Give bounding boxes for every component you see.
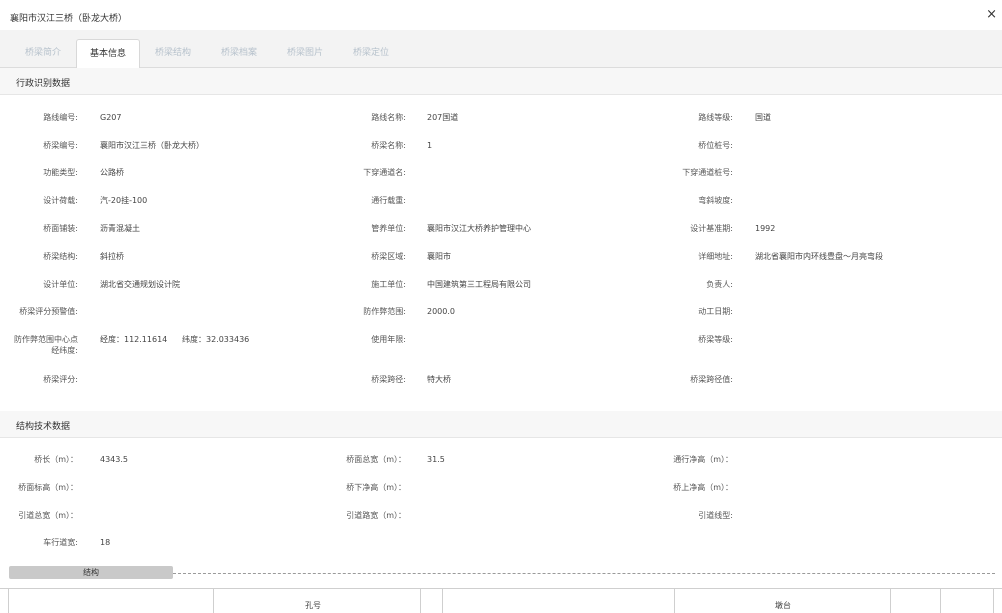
- design-unit-value: 湖北省交通规划设计院: [100, 280, 180, 289]
- title-bar: 襄阳市汉江三桥（卧龙大桥） ×: [0, 0, 1002, 30]
- flood-range-value: 2000.0: [427, 307, 455, 316]
- maintain-unit-value: 襄阳市汉江大桥养护管理中心: [427, 224, 531, 233]
- grid-divider: [674, 589, 675, 613]
- score-label: 桥梁评分:: [43, 375, 78, 384]
- under-clear-label: 桥下净高（m）：: [346, 483, 406, 492]
- tab-bar: 桥梁简介 基本信息 桥梁结构 桥梁档案 桥梁图片 桥梁定位: [0, 30, 1002, 68]
- construction-unit-label: 施工单位:: [371, 280, 406, 289]
- grid-divider: [420, 589, 421, 613]
- bridge-grade-label: 桥梁等级:: [698, 335, 733, 344]
- deck-paving-value: 沥青混凝土: [100, 224, 140, 233]
- design-load-label: 设计荷载:: [43, 196, 78, 205]
- address-label: 详细地址:: [698, 252, 733, 261]
- function-type-value: 公路桥: [100, 168, 124, 177]
- bridge-no-value: 襄阳市汉江三桥（卧龙大桥）: [100, 141, 204, 150]
- warning-label: 桥梁评分预警值:: [19, 307, 78, 316]
- length-value: 4343.5: [100, 455, 128, 464]
- deck-width-value: 31.5: [427, 455, 445, 464]
- maintain-unit-label: 管养单位:: [371, 224, 406, 233]
- admin-section-title: 行政识别数据: [16, 79, 71, 89]
- route-name-value: 207国道: [427, 113, 459, 122]
- design-unit-label: 设计单位:: [43, 280, 78, 289]
- route-name-label: 路线名称:: [371, 113, 406, 122]
- approach-width-label: 引道总宽（m）：: [18, 511, 78, 520]
- function-type-label: 功能类型:: [43, 168, 78, 177]
- design-load-value: 汽-20挂-100: [100, 196, 148, 205]
- window-title: 襄阳市汉江三桥（卧龙大桥）: [10, 14, 128, 24]
- length-label: 桥长（m）：: [34, 455, 78, 464]
- under-pass-stake-label: 下穿通道桩号:: [682, 168, 733, 177]
- traffic-load-label: 通行载重:: [371, 196, 406, 205]
- deck-width-label: 桥面总宽（m）：: [346, 455, 406, 464]
- tab-bridge-archive[interactable]: 桥梁档案: [206, 39, 272, 67]
- over-clear-label: 桥上净高（m）：: [673, 483, 733, 492]
- approach-line-label: 引道线型:: [698, 511, 733, 520]
- bridge-no-label: 桥梁编号:: [43, 141, 78, 150]
- grid-divider: [940, 589, 941, 613]
- design-ref-value: 1992: [755, 224, 776, 233]
- deck-paving-label: 桥面铺装:: [43, 224, 78, 233]
- route-grade-value: 国道: [755, 113, 771, 122]
- grid-divider: [8, 589, 9, 613]
- tab-bridge-location[interactable]: 桥梁定位: [338, 39, 404, 67]
- sub-tab-structure[interactable]: 结构: [9, 566, 173, 579]
- grid-divider: [890, 589, 891, 613]
- tab-bridge-intro[interactable]: 桥梁简介: [10, 39, 76, 67]
- flood-range-label: 防作弊范围:: [363, 307, 406, 316]
- span-value-label: 桥梁跨径值:: [690, 375, 733, 384]
- grid-divider: [993, 589, 994, 613]
- deck-elev-label: 桥面标高（m）：: [18, 483, 78, 492]
- skew-label: 弯斜坡度:: [698, 196, 733, 205]
- grid-header-pier: 墩台: [775, 601, 791, 610]
- longitude-value: 经度：112.11614: [100, 335, 168, 344]
- span-value: 特大桥: [427, 375, 451, 384]
- span-label: 桥梁跨径:: [371, 375, 406, 384]
- bridge-name-label: 桥梁名称:: [371, 141, 406, 150]
- divider: [173, 573, 995, 574]
- grid-divider: [213, 589, 214, 613]
- grid-header-span-no: 孔号: [305, 601, 321, 610]
- tech-section-title: 结构技术数据: [16, 422, 71, 432]
- structure-grid: 孔号 墩台: [0, 588, 1002, 613]
- design-ref-label: 设计基准期:: [690, 224, 733, 233]
- under-pass-name-label: 下穿通道名:: [363, 168, 406, 177]
- route-no-value: G207: [100, 113, 122, 122]
- close-icon[interactable]: ×: [986, 8, 997, 21]
- clear-height-label: 通行净高（m）：: [673, 455, 733, 464]
- lane-width-label: 车行道宽:: [43, 538, 78, 547]
- start-date-label: 动工日期:: [698, 307, 733, 316]
- structure-value: 斜拉桥: [100, 252, 124, 261]
- construction-unit-value: 中国建筑第三工程局有限公司: [427, 280, 531, 289]
- center-label: 防作弊范围中心点经纬度:: [14, 335, 78, 355]
- region-label: 桥梁区域:: [371, 252, 406, 261]
- structure-label: 桥梁结构:: [43, 252, 78, 261]
- tab-basic-info[interactable]: 基本信息: [76, 39, 140, 68]
- latitude-value: 纬度：32.033436: [182, 335, 250, 344]
- address-value: 湖北省襄阳市内环线豊盘～月亮弯段: [755, 252, 883, 261]
- admin-section-header: 行政识别数据: [0, 68, 1002, 95]
- tab-bridge-structure[interactable]: 桥梁结构: [140, 39, 206, 67]
- tab-bridge-images[interactable]: 桥梁图片: [272, 39, 338, 67]
- route-grade-label: 路线等级:: [698, 113, 733, 122]
- tech-section-header: 结构技术数据: [0, 411, 1002, 438]
- approach-road-label: 引道路宽（m）：: [346, 511, 406, 520]
- stake-label: 桥位桩号:: [698, 141, 733, 150]
- leader-label: 负责人:: [706, 280, 733, 289]
- region-value: 襄阳市: [427, 252, 451, 261]
- service-life-label: 使用年限:: [371, 335, 406, 344]
- bridge-name-value: 1: [427, 141, 433, 150]
- grid-divider: [442, 589, 443, 613]
- route-no-label: 路线编号:: [43, 113, 78, 122]
- lane-width-value: 18: [100, 538, 111, 547]
